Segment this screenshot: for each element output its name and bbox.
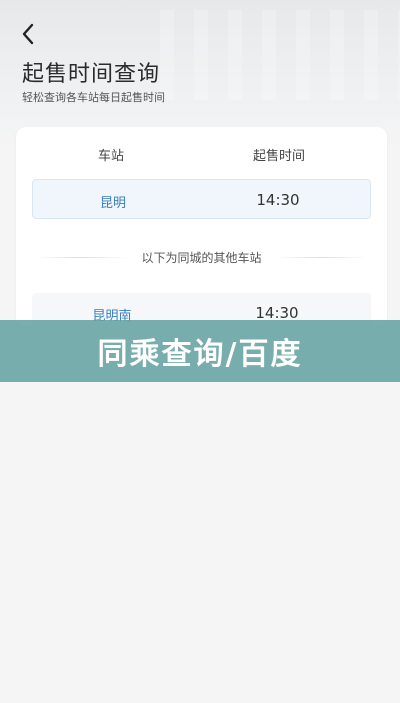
- column-header-station: 车站: [98, 149, 125, 164]
- column-header-sale-time: 起售时间: [253, 149, 306, 164]
- station-name[interactable]: 昆明: [33, 192, 193, 211]
- same-city-divider: 以下为同城的其他车站: [36, 247, 368, 267]
- banner-text: 同乘查询/百度: [97, 337, 303, 372]
- divider-line-right: [275, 256, 368, 258]
- back-button[interactable]: [14, 20, 42, 48]
- watermark-banner: 同乘查询/百度: [0, 320, 400, 382]
- page-subtitle: 轻松查询各车站每日起售时间: [22, 91, 165, 104]
- divider-label: 以下为同城的其他车站: [141, 250, 262, 265]
- chevron-left-icon: [22, 23, 34, 45]
- station-row-kunming[interactable]: 昆明 14:30: [32, 179, 371, 219]
- sale-time: 14:30: [256, 191, 300, 209]
- station-time-card: 车站 起售时间 昆明 14:30 以下为同城的其他车站 昆明南 14:30: [16, 127, 387, 333]
- divider-line-left: [36, 256, 128, 258]
- header-background-decoration: [160, 10, 400, 100]
- page-title: 起售时间查询: [22, 62, 161, 87]
